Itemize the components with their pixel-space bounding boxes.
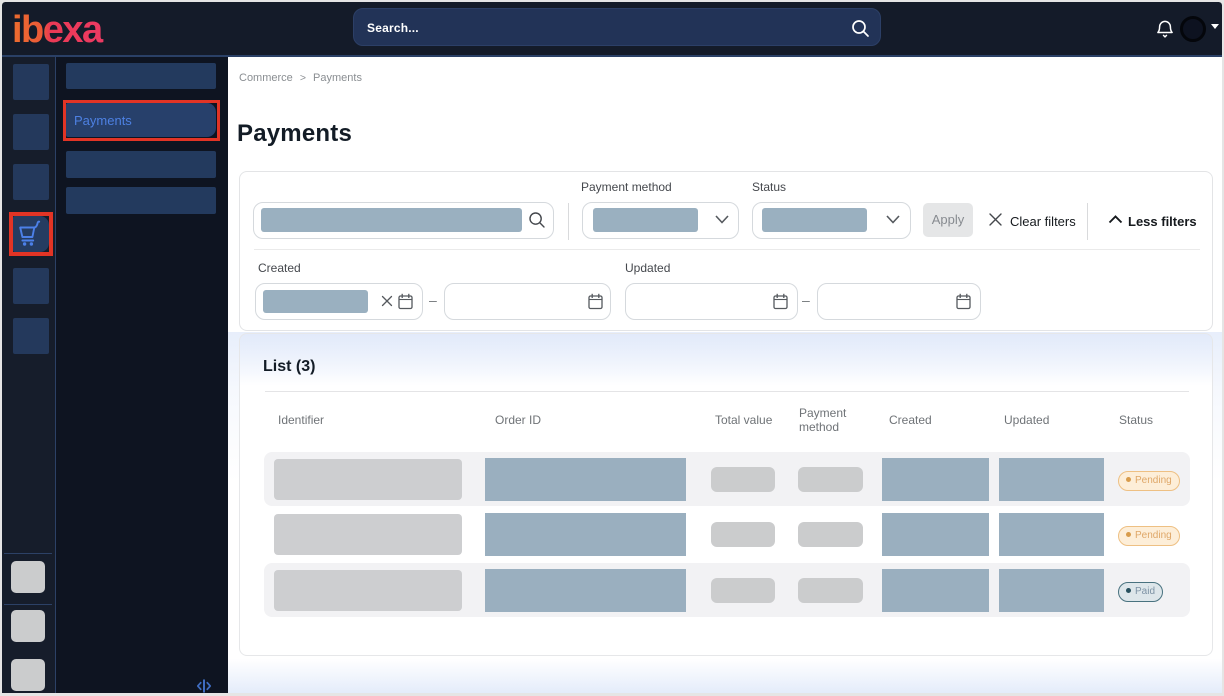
- svg-text:ibexa: ibexa: [14, 13, 104, 45]
